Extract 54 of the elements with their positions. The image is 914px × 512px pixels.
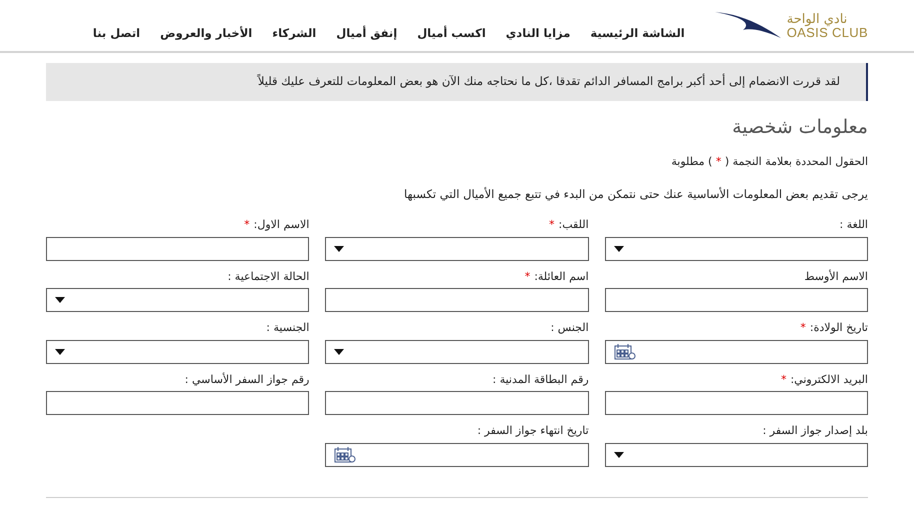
required-note: الحقول المحددة بعلامة النجمة ( * ) مطلوبة — [670, 154, 868, 170]
field-label: اللغة : — [840, 217, 868, 234]
select-field[interactable] — [46, 340, 310, 364]
nav-link[interactable]: الأخبار والعروض — [160, 24, 252, 42]
section-heading: معلومات شخصية — [731, 115, 868, 140]
caret-icon — [55, 348, 65, 355]
caret-icon — [334, 348, 344, 355]
nav-link[interactable]: الشاشة الرئيسية — [590, 24, 685, 42]
required-mark: * — [244, 217, 250, 234]
field-label: تاريخ انتهاء جواز السفر : — [477, 423, 589, 440]
field-label: بلد إصدار جواز السفر : — [762, 423, 868, 440]
required-mark: * — [549, 217, 555, 234]
caret-icon — [614, 452, 624, 458]
field-label: تاريخ الولادة: — [810, 320, 868, 336]
input-field[interactable] — [325, 391, 589, 416]
input-field[interactable] — [604, 391, 868, 416]
input-field[interactable] — [46, 236, 310, 261]
calendar-icon — [334, 446, 356, 464]
required-mark: * — [780, 372, 786, 388]
nav-link[interactable]: اكسب أميال — [417, 24, 486, 42]
field-label: رقم جواز السفر الأساسي : — [184, 372, 310, 388]
field-label: الحالة الاجتماعية : — [228, 268, 310, 285]
caret-icon — [614, 246, 624, 252]
select-field[interactable] — [46, 288, 310, 312]
select-field[interactable] — [604, 442, 868, 467]
select-field[interactable] — [325, 236, 589, 261]
field-label: الاسم الاول: — [254, 217, 310, 234]
field-label: الاسم الأوسط — [804, 268, 868, 285]
nav-link[interactable]: إنفق أميال — [336, 24, 398, 42]
caret-icon — [334, 246, 344, 252]
input-field[interactable] — [325, 288, 589, 312]
date-field[interactable] — [325, 442, 589, 467]
required-mark: * — [524, 268, 530, 285]
nav-link[interactable]: الشركاء — [272, 24, 316, 42]
logo-arabic-text: نادي الواحة — [786, 12, 848, 26]
field-label: اللقب: — [558, 217, 589, 234]
nav-link[interactable]: اتصل بنا — [92, 24, 140, 42]
logo-english-text: OASIS CLUB — [786, 26, 868, 38]
field-label: اسم العائلة: — [534, 268, 589, 285]
notice-bar: لقد قررت الانضمام إلى أحد أكبر برامج المسافر الدائم تقدقا ،كل ما نحتاجه منك الآن هو بعض المعلومات للتعرف عليك قليلاً — [46, 63, 868, 101]
required-mark: * — [800, 320, 806, 336]
date-field[interactable] — [604, 340, 868, 364]
nav-link[interactable]: مزايا النادي — [506, 24, 570, 42]
field-label: رقم البطاقة المدنية : — [492, 372, 589, 388]
field-label: البريد الالكتروني: — [790, 372, 868, 388]
select-field[interactable] — [325, 340, 589, 364]
field-label: الجنس : — [550, 320, 589, 336]
caret-icon — [55, 297, 65, 304]
input-field[interactable] — [604, 288, 868, 312]
select-field[interactable] — [604, 236, 868, 261]
input-field[interactable] — [46, 391, 310, 416]
intro-text: يرجى تقديم بعض المعلومات الأساسية عنك حتى نتمكن من البدء في تتبع جميع الأميال التي تكسبها — [402, 186, 868, 203]
calendar-icon — [614, 342, 636, 361]
field-label: الجنسية : — [266, 320, 310, 336]
